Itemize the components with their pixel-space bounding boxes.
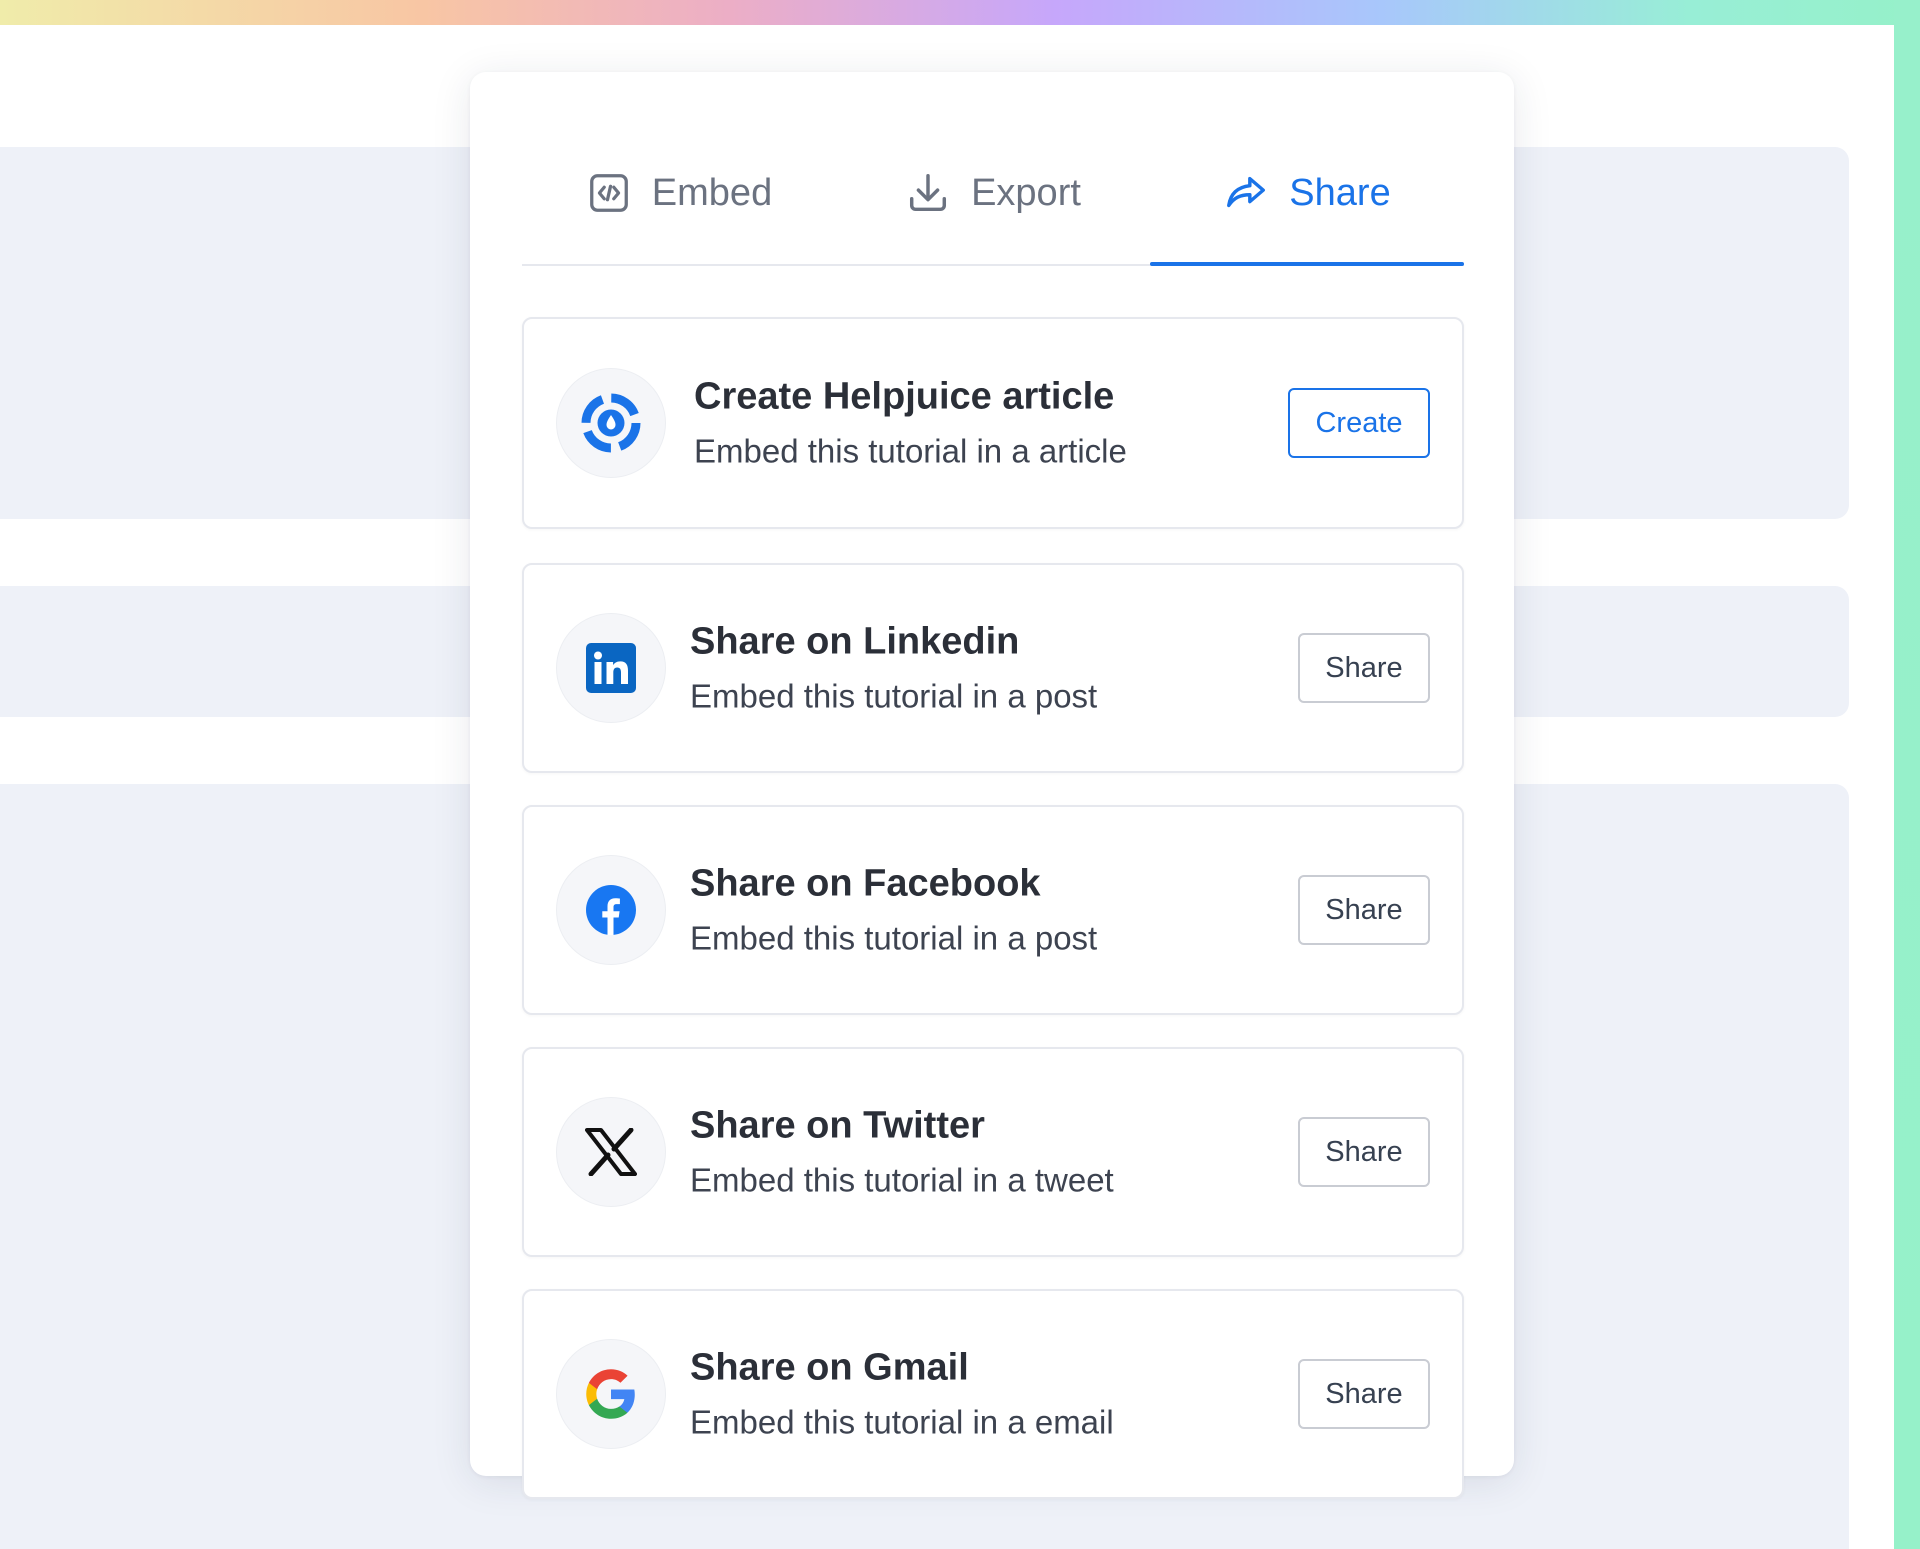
tab-label: Share — [1289, 171, 1391, 214]
share-forward-icon — [1227, 176, 1266, 208]
x-logo-icon — [585, 1128, 637, 1176]
tab-bar: Embed Export Share — [522, 122, 1464, 266]
item-text: Share on Gmail Embed this tutorial in a … — [690, 1347, 1114, 1442]
item-title: Create Helpjuice article — [694, 375, 1115, 418]
share-facebook-button[interactable]: Share — [1298, 875, 1430, 945]
logo-container — [556, 368, 666, 478]
item-title: Share on Gmail — [690, 1346, 969, 1389]
logo-container — [556, 613, 666, 723]
logo-container — [556, 1097, 666, 1207]
item-subtitle: Embed this tutorial in a email — [690, 1403, 1114, 1441]
code-embed-icon — [589, 174, 628, 212]
tab-export[interactable]: Export — [836, 122, 1150, 264]
item-subtitle: Embed this tutorial in a tweet — [690, 1161, 1114, 1199]
right-gradient-bar — [1894, 0, 1920, 1549]
tab-label: Embed — [651, 171, 773, 214]
download-icon — [910, 174, 947, 212]
item-title: Share on Twitter — [690, 1104, 985, 1147]
share-twitter-button[interactable]: Share — [1298, 1117, 1430, 1187]
item-text: Create Helpjuice article Embed this tuto… — [694, 376, 1127, 471]
item-text: Share on Facebook Embed this tutorial in… — [690, 863, 1097, 958]
item-title: Share on Linkedin — [690, 620, 1020, 663]
top-gradient-bar — [0, 0, 1920, 25]
item-subtitle: Embed this tutorial in a article — [694, 432, 1127, 470]
share-options-list: Create Helpjuice article Embed this tuto… — [522, 317, 1464, 1531]
item-text: Share on Twitter Embed this tutorial in … — [690, 1105, 1114, 1200]
share-dialog: Embed Export Share Create Helpjuice arti… — [470, 72, 1514, 1499]
facebook-logo-icon — [586, 885, 636, 935]
tab-label: Export — [971, 171, 1081, 214]
linkedin-logo-icon — [586, 643, 636, 693]
list-item-gmail: Share on Gmail Embed this tutorial in a … — [522, 1289, 1464, 1499]
item-subtitle: Embed this tutorial in a post — [690, 677, 1098, 715]
google-logo-icon — [586, 1369, 635, 1419]
list-item-facebook: Share on Facebook Embed this tutorial in… — [522, 805, 1464, 1015]
list-item-twitter: Share on Twitter Embed this tutorial in … — [522, 1047, 1464, 1257]
logo-container — [556, 1339, 666, 1449]
item-subtitle: Embed this tutorial in a post — [690, 919, 1098, 957]
item-title: Share on Facebook — [690, 862, 1041, 905]
share-gmail-button[interactable]: Share — [1298, 1359, 1430, 1429]
logo-container — [556, 855, 666, 965]
list-item-linkedin: Share on Linkedin Embed this tutorial in… — [522, 563, 1464, 773]
share-linkedin-button[interactable]: Share — [1298, 633, 1430, 703]
tab-embed[interactable]: Embed — [522, 122, 836, 264]
list-item-helpjuice: Create Helpjuice article Embed this tuto… — [522, 317, 1464, 529]
create-button[interactable]: Create — [1288, 388, 1430, 458]
tab-share[interactable]: Share — [1150, 122, 1464, 266]
item-text: Share on Linkedin Embed this tutorial in… — [690, 621, 1097, 716]
helpjuice-logo-icon — [581, 393, 641, 453]
